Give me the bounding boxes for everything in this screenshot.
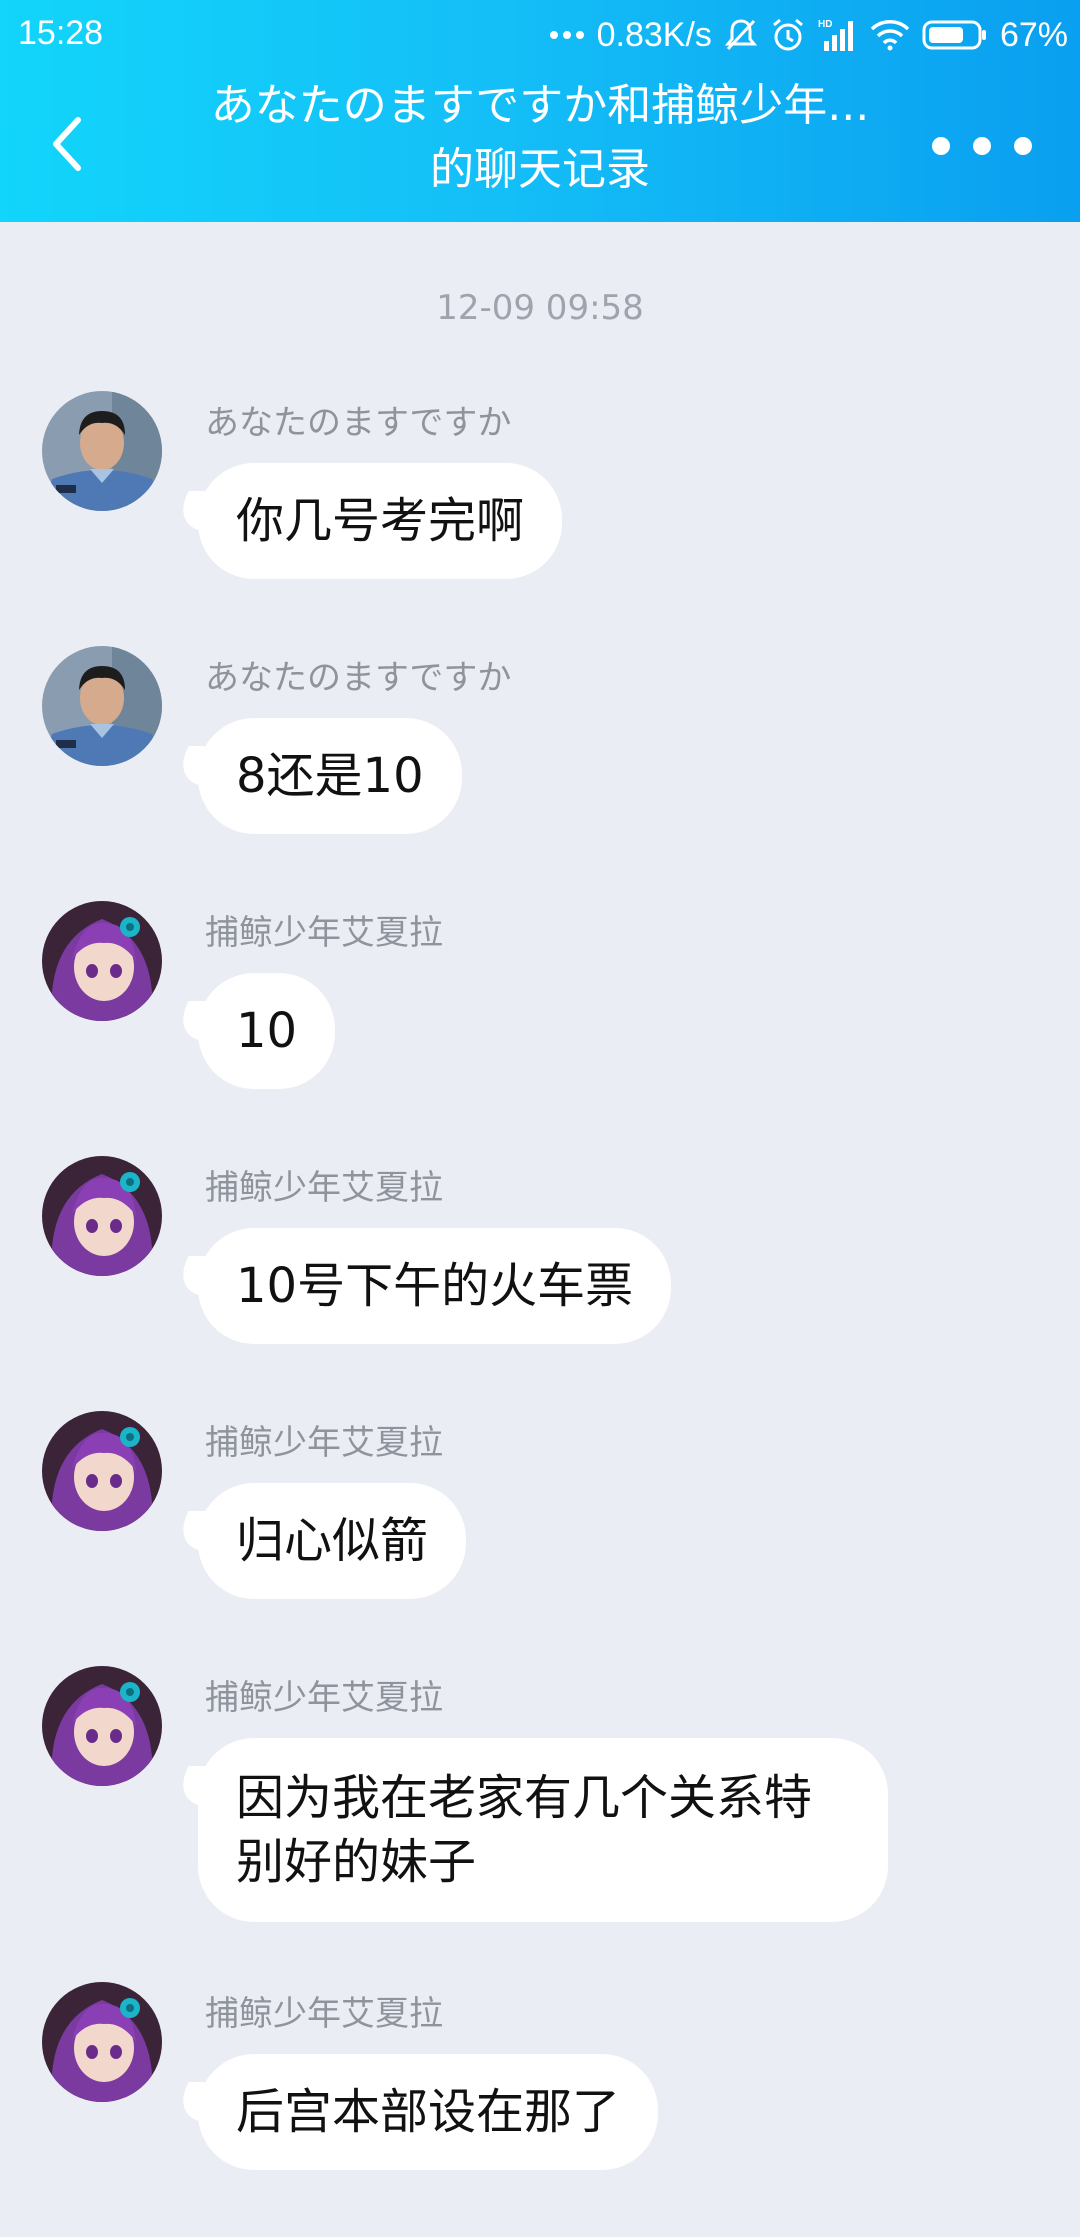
page-title: あなたのますですか和捕鲸少年...的聊天记录 (210, 80, 870, 195)
network-speed: 0.83K/s (596, 15, 712, 54)
message-bubble-wrap: 8还是10 (167, 718, 462, 834)
message-bubble-wrap: 你几号考完啊 (167, 463, 563, 579)
app-header: 15:28 0.83K/s HD 67% あなたのますですか和捕鲸少年...的聊… (0, 0, 1080, 222)
sender-name: 捕鲸少年艾夏拉 (205, 1168, 443, 1208)
message-bubble[interactable]: 10 (198, 973, 336, 1089)
message-bubble[interactable]: 8还是10 (198, 718, 462, 834)
wifi-icon (870, 20, 910, 51)
more-dots-icon (932, 137, 950, 155)
mute-icon (724, 19, 758, 51)
sender-name: あなたのますですか (205, 658, 512, 698)
dots-icon (549, 31, 584, 39)
message-bubble[interactable]: 因为我在老家有几个关系特别好的妹子 (198, 1738, 888, 1922)
message-bubble[interactable]: 后宫本部设在那了 (198, 2054, 659, 2170)
anime-girl-avatar[interactable] (42, 901, 162, 1021)
sender-name: 捕鲸少年艾夏拉 (205, 1678, 443, 1718)
battery-percent: 67% (999, 15, 1068, 54)
police-avatar[interactable] (42, 391, 162, 511)
status-time: 15:28 (18, 14, 104, 52)
anime-girl-avatar[interactable] (42, 1411, 162, 1531)
sender-name: 捕鲸少年艾夏拉 (205, 913, 443, 953)
chevron-left-icon (53, 117, 81, 171)
message-bubble[interactable]: 你几号考完啊 (198, 463, 563, 579)
message-bubble-wrap: 10 (167, 973, 336, 1089)
message-bubble[interactable]: 归心似箭 (198, 1483, 467, 1599)
chat-timestamp: 12-09 09:58 (436, 288, 644, 328)
sender-name: 捕鲸少年艾夏拉 (205, 1423, 443, 1463)
message-bubble[interactable]: 10号下午的火车票 (198, 1228, 672, 1344)
svg-text:HD: HD (818, 19, 832, 30)
message-bubble-wrap: 归心似箭 (167, 1483, 467, 1599)
anime-girl-avatar[interactable] (42, 1666, 162, 1786)
sender-name: 捕鲸少年艾夏拉 (205, 1994, 443, 2034)
sender-name: あなたのますですか (205, 403, 512, 443)
message-bubble-wrap: 10号下午的火车票 (167, 1228, 672, 1344)
hd-signal-icon: HD (818, 19, 853, 51)
status-icons: 0.83K/s HD 67% (549, 12, 1068, 58)
battery-icon (922, 20, 986, 50)
anime-girl-avatar[interactable] (42, 1982, 162, 2102)
back-button[interactable] (38, 112, 94, 176)
message-bubble-wrap: 后宫本部设在那了 (167, 2054, 659, 2170)
alarm-icon (772, 18, 803, 51)
status-bar: 15:28 0.83K/s HD 67% (0, 0, 1080, 70)
anime-girl-avatar[interactable] (42, 1156, 162, 1276)
more-options-button[interactable] (932, 130, 1032, 162)
police-avatar[interactable] (42, 646, 162, 766)
message-bubble-wrap: 因为我在老家有几个关系特别好的妹子 (167, 1738, 888, 1922)
